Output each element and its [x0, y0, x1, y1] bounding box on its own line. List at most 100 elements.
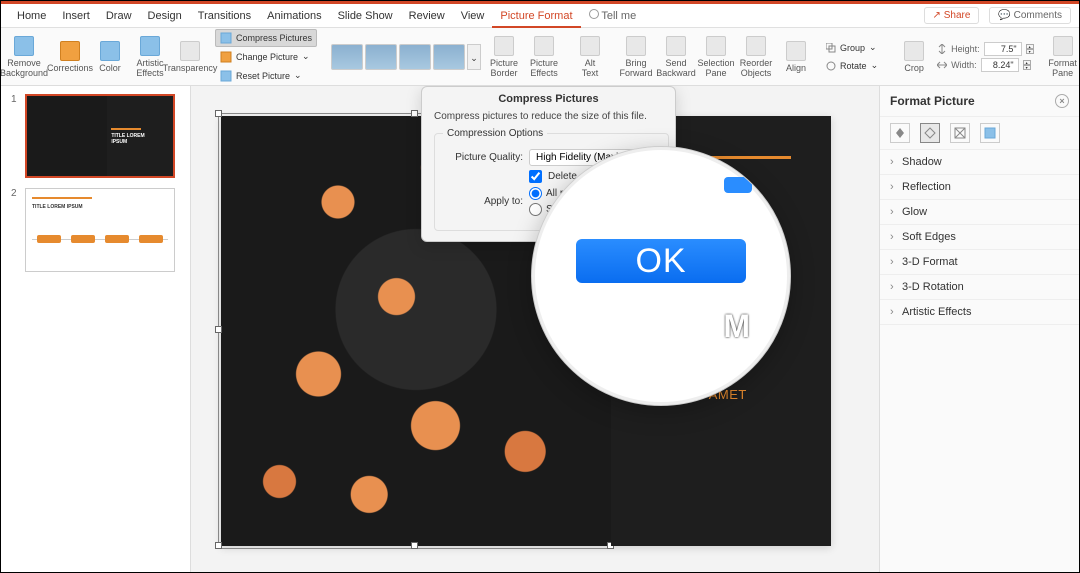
ok-button[interactable]: OK — [576, 239, 746, 283]
group-button[interactable]: Group ⌄ — [821, 39, 883, 56]
picture-styles-gallery: ⌄ — [329, 44, 483, 70]
style-preset-2[interactable] — [365, 44, 397, 70]
share-label: Share — [944, 10, 971, 21]
corrections-button[interactable]: Corrections — [51, 39, 89, 75]
align-button[interactable]: Align — [777, 39, 815, 75]
slide-canvas[interactable]: M DOLOR SIT AMET Compress Pictures Compr… — [191, 86, 879, 572]
tab-home[interactable]: Home — [9, 4, 54, 28]
tab-draw[interactable]: Draw — [98, 4, 140, 28]
callout-accent — [724, 177, 752, 193]
tab-slideshow[interactable]: Slide Show — [330, 4, 401, 28]
compress-icon — [220, 32, 232, 44]
comments-button[interactable]: 💬 Comments — [989, 7, 1071, 24]
handle-bc[interactable] — [411, 542, 418, 549]
delete-crop-checkbox[interactable] — [529, 170, 542, 183]
picture-effects-button[interactable]: Picture Effects — [525, 34, 563, 80]
close-icon[interactable]: × — [1055, 94, 1069, 108]
apply-label: Apply to: — [443, 196, 523, 207]
width-icon — [937, 60, 947, 70]
tab-animations[interactable]: Animations — [259, 4, 329, 28]
zoom-callout: OK M — [531, 146, 791, 406]
handle-bl[interactable] — [215, 542, 222, 549]
handle-ml[interactable] — [215, 326, 222, 333]
style-preset-3[interactable] — [399, 44, 431, 70]
tab-picture-format[interactable]: Picture Format — [492, 4, 580, 28]
size-tab-icon[interactable] — [950, 123, 970, 143]
ribbon: Remove Background Corrections Color Arti… — [1, 28, 1079, 86]
tell-me[interactable]: Tell me — [581, 9, 637, 22]
align-label: Align — [786, 63, 806, 73]
thumb1-image — [27, 96, 107, 176]
section-3d-format[interactable]: 3-D Format — [880, 250, 1079, 275]
bring-icon — [626, 36, 646, 56]
change-picture-button[interactable]: Change Picture ⌄ — [215, 48, 317, 66]
compress-pictures-button[interactable]: Compress Pictures — [215, 29, 317, 47]
picture-border-button[interactable]: Picture Border — [485, 34, 523, 80]
section-glow[interactable]: Glow — [880, 200, 1079, 225]
align-icon — [786, 41, 806, 61]
color-button[interactable]: Color — [91, 39, 129, 75]
height-value[interactable]: 7.5" — [984, 42, 1022, 56]
remove-background-button[interactable]: Remove Background — [5, 34, 43, 80]
thumb2-content: TITLE LOREM IPSUM — [26, 189, 174, 218]
format-pane-icon — [1053, 36, 1073, 56]
thumbnail-2[interactable]: TITLE LOREM IPSUM — [25, 188, 175, 272]
crop-button[interactable]: Crop — [895, 39, 933, 75]
format-pane-button[interactable]: Format Pane — [1044, 34, 1079, 80]
bulb-icon — [589, 9, 599, 19]
ok-label: OK — [635, 242, 686, 281]
section-shadow[interactable]: Shadow — [880, 150, 1079, 175]
handle-tl[interactable] — [215, 110, 222, 117]
section-artistic-effects[interactable]: Artistic Effects — [880, 300, 1079, 325]
picture-tab-icon[interactable] — [980, 123, 1000, 143]
bring-forward-button[interactable]: Bring Forward — [617, 34, 655, 80]
handle-tc[interactable] — [411, 110, 418, 117]
format-pane-label: Format Pane — [1048, 58, 1077, 78]
styles-more-button[interactable]: ⌄ — [467, 44, 481, 70]
slide-thumbnails: 1 TITLE LOREM IPSUM 2 TITLE LOREM IPSUM — [1, 86, 191, 572]
height-label: Height: — [951, 44, 980, 54]
apply-selected-radio[interactable] — [529, 203, 542, 216]
width-row: Width: 8.24" ▴▾ — [937, 58, 1034, 72]
effects-tab-icon[interactable] — [920, 123, 940, 143]
tab-view[interactable]: View — [453, 4, 493, 28]
reset-picture-button[interactable]: Reset Picture ⌄ — [215, 67, 317, 85]
artistic-effects-button[interactable]: Artistic Effects — [131, 34, 169, 80]
tab-design[interactable]: Design — [140, 4, 190, 28]
transparency-button[interactable]: Transparency — [171, 39, 209, 75]
section-3d-rotation[interactable]: 3-D Rotation — [880, 275, 1079, 300]
thumbnail-1[interactable]: TITLE LOREM IPSUM — [25, 94, 175, 178]
fill-tab-icon[interactable] — [890, 123, 910, 143]
compress-label: Compress Pictures — [236, 33, 312, 43]
section-reflection[interactable]: Reflection — [880, 175, 1079, 200]
section-soft-edges[interactable]: Soft Edges — [880, 225, 1079, 250]
menubar-right: ↗ Share 💬 Comments — [924, 7, 1071, 24]
reorder-objects-button[interactable]: Reorder Objects — [737, 34, 775, 80]
bring-label: Bring Forward — [620, 58, 653, 78]
width-value[interactable]: 8.24" — [981, 58, 1019, 72]
width-spinner[interactable]: ▴▾ — [1023, 60, 1031, 70]
selection-pane-button[interactable]: Selection Pane — [697, 34, 735, 80]
tab-review[interactable]: Review — [401, 4, 453, 28]
rotate-button[interactable]: Rotate ⌄ — [821, 57, 883, 74]
thumb-1-number: 1 — [11, 94, 19, 178]
share-button[interactable]: ↗ Share — [924, 7, 980, 24]
section-3d-rotation-label: 3-D Rotation — [902, 281, 964, 293]
alt-text-button[interactable]: Alt Text — [571, 34, 609, 80]
height-spinner[interactable]: ▴▾ — [1026, 44, 1034, 54]
tab-transitions[interactable]: Transitions — [190, 4, 259, 28]
style-preset-4[interactable] — [433, 44, 465, 70]
sidepane-title: Format Picture — [890, 94, 975, 108]
section-3d-format-label: 3-D Format — [902, 256, 958, 268]
rotate-icon — [826, 61, 836, 71]
tab-insert[interactable]: Insert — [54, 4, 98, 28]
style-preset-1[interactable] — [331, 44, 363, 70]
menubar: Home Insert Draw Design Transitions Anim… — [1, 4, 1079, 28]
apply-all-radio[interactable] — [529, 187, 542, 200]
selpane-label: Selection Pane — [698, 58, 735, 78]
send-backward-button[interactable]: Send Backward — [657, 34, 695, 80]
section-shadow-label: Shadow — [902, 156, 942, 168]
section-reflection-label: Reflection — [902, 181, 951, 193]
picture-tools-stack: Compress Pictures Change Picture ⌄ Reset… — [211, 29, 321, 85]
format-picture-pane: Format Picture × Shadow Reflection Glow … — [879, 86, 1079, 572]
